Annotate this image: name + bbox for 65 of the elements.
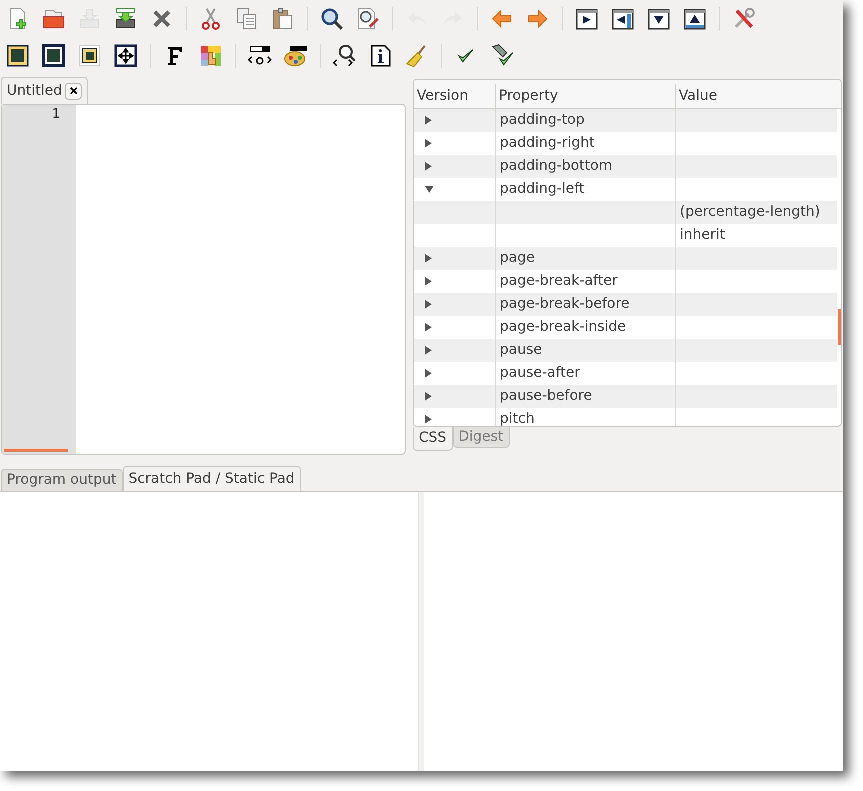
- property-name: padding-bottom: [500, 157, 613, 176]
- expander-icon[interactable]: [425, 415, 432, 424]
- clipboard-icon[interactable]: [271, 6, 295, 30]
- window-down-icon[interactable]: [647, 6, 671, 30]
- table-row[interactable]: pause-before: [414, 385, 837, 408]
- property-name: page-break-inside: [500, 318, 626, 337]
- frame-icon[interactable]: [6, 44, 30, 68]
- frame-icon[interactable]: [42, 44, 66, 68]
- page-search-icon[interactable]: [356, 6, 380, 30]
- table-row[interactable]: page-break-before: [414, 293, 837, 316]
- tag-search-icon[interactable]: [333, 44, 357, 68]
- copy-icon[interactable]: [235, 6, 259, 30]
- property-name: page-break-before: [500, 295, 630, 314]
- property-name: padding-left: [500, 180, 585, 199]
- window-up-icon[interactable]: [683, 6, 707, 30]
- checkmark-arrow-icon[interactable]: [490, 44, 514, 68]
- editor-tab[interactable]: Untitled: [1, 77, 88, 104]
- expander-icon[interactable]: [425, 323, 432, 332]
- table-row[interactable]: padding-bottom: [414, 155, 837, 178]
- expander-icon[interactable]: [425, 186, 434, 193]
- property-name: pause-after: [500, 364, 580, 383]
- line-number: 1: [52, 106, 60, 124]
- property-name: pause-before: [500, 387, 592, 406]
- property-name: pitch: [500, 410, 535, 426]
- property-name: page: [500, 249, 535, 268]
- scissors-icon[interactable]: [199, 6, 223, 30]
- property-name: padding-top: [500, 111, 585, 130]
- panel-tab[interactable]: Scratch Pad / Static Pad: [122, 466, 301, 491]
- expander-icon[interactable]: [425, 116, 432, 125]
- property-value: inherit: [680, 226, 726, 245]
- expander-icon[interactable]: [425, 139, 432, 148]
- property-name: page-break-after: [500, 272, 618, 291]
- info-icon[interactable]: [369, 44, 393, 68]
- column-header[interactable]: Value: [675, 84, 841, 108]
- panel-tab[interactable]: Program output: [1, 469, 123, 491]
- scroll-indicator: [4, 449, 68, 452]
- property-name: padding-right: [500, 134, 595, 153]
- code-editor[interactable]: 1: [1, 104, 406, 455]
- expander-icon[interactable]: [425, 369, 432, 378]
- window-play-icon[interactable]: [575, 6, 599, 30]
- table-row[interactable]: pause: [414, 339, 837, 362]
- tools-icon[interactable]: [732, 6, 756, 30]
- tag-icon[interactable]: [248, 44, 272, 68]
- expander-icon[interactable]: [425, 162, 432, 171]
- move-icon[interactable]: [114, 44, 138, 68]
- window-left-icon[interactable]: [611, 6, 635, 30]
- scrollbar-thumb[interactable]: [838, 309, 841, 345]
- column-header[interactable]: Property: [495, 84, 675, 108]
- expander-icon[interactable]: [425, 346, 432, 355]
- expander-icon[interactable]: [425, 254, 432, 263]
- table-row[interactable]: padding-top: [414, 109, 837, 132]
- close-icon[interactable]: [65, 82, 82, 100]
- expander-icon[interactable]: [425, 300, 432, 309]
- palette-icon[interactable]: [199, 44, 223, 68]
- table-row[interactable]: (percentage-length): [414, 201, 837, 224]
- color-palette-icon[interactable]: [284, 44, 308, 68]
- property-value: (percentage-length): [680, 203, 820, 222]
- expander-icon[interactable]: [425, 392, 432, 401]
- search-icon[interactable]: [320, 6, 344, 30]
- expander-icon[interactable]: [425, 277, 432, 286]
- drive-download-icon[interactable]: [114, 6, 138, 30]
- table-row[interactable]: page: [414, 247, 837, 270]
- panel-tab[interactable]: CSS: [413, 427, 453, 451]
- property-name: pause: [500, 341, 542, 360]
- column-header[interactable]: Version: [414, 84, 495, 108]
